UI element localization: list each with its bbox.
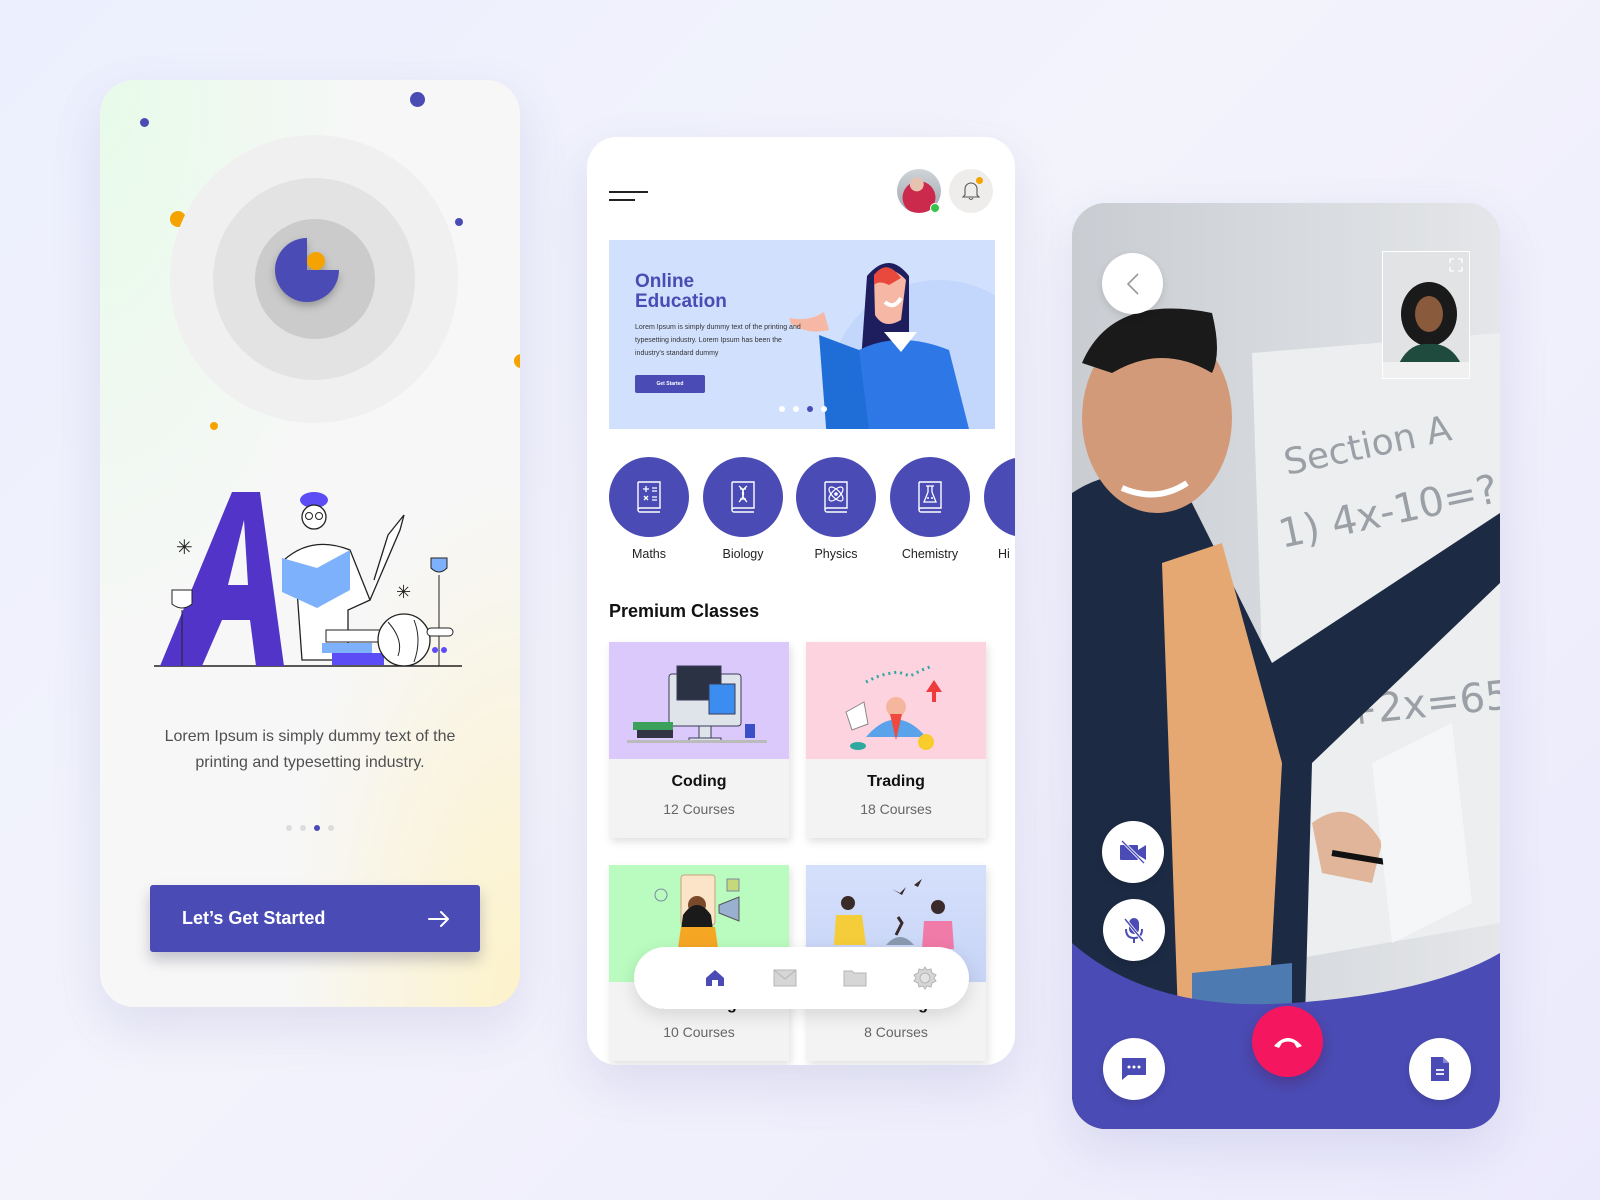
- subject-label: Hi: [998, 547, 1010, 561]
- pager-dot-active[interactable]: [807, 406, 813, 412]
- atom-book-icon: [824, 481, 848, 513]
- get-started-label: Let’s Get Started: [182, 908, 326, 928]
- folder-icon: [843, 970, 867, 987]
- get-started-button[interactable]: Let’s Get Started: [150, 885, 480, 952]
- pager-dot[interactable]: [328, 825, 334, 831]
- pager-dot[interactable]: [821, 406, 827, 412]
- pager-dot[interactable]: [793, 406, 799, 412]
- banner-title: Online Education: [635, 271, 727, 312]
- chevron-left-icon: [1126, 272, 1139, 295]
- subject-label: Biology: [722, 547, 764, 561]
- arrow-right-icon: [428, 910, 449, 927]
- subject-chemistry[interactable]: Chemistry: [890, 457, 970, 561]
- svg-text:✳: ✳: [176, 535, 193, 559]
- bell-icon: [962, 182, 980, 201]
- course-count: 10 Courses: [663, 1024, 735, 1040]
- dna-book-icon: [731, 481, 755, 513]
- self-video-preview[interactable]: [1382, 251, 1470, 379]
- decor-dot: [410, 92, 425, 107]
- document-button[interactable]: [1409, 1038, 1471, 1100]
- course-name: Trading: [867, 773, 925, 790]
- back-button[interactable]: [1102, 253, 1163, 314]
- video-off-icon: [1120, 840, 1146, 864]
- document-icon: [1431, 1057, 1449, 1081]
- pager-dot[interactable]: [779, 406, 785, 412]
- onboarding-description: Lorem Ipsum is simply dummy text of the …: [164, 728, 456, 771]
- subject-label: Physics: [814, 547, 858, 561]
- chat-icon: [1122, 1058, 1146, 1080]
- decor-dot: [140, 118, 149, 127]
- subject-label: Maths: [631, 547, 667, 561]
- subject-list: Maths Biology Physics Chemistry Hi: [609, 457, 1015, 567]
- course-count: 12 Courses: [663, 801, 735, 817]
- mail-icon: [773, 969, 797, 987]
- coding-illustration: [609, 642, 789, 759]
- nav-settings[interactable]: [890, 963, 960, 993]
- notification-badge: [976, 177, 983, 184]
- banner-get-started-button[interactable]: Get Started: [635, 375, 705, 393]
- onboarding-pager: [100, 825, 520, 831]
- decor-dot: [210, 422, 218, 430]
- trading-illustration: [806, 642, 986, 759]
- gear-icon: [913, 966, 937, 990]
- banner-description: Lorem Ipsum is simply dummy text of the …: [635, 324, 801, 357]
- pager-dot-active[interactable]: [314, 825, 320, 831]
- subject-maths[interactable]: Maths: [609, 457, 689, 561]
- subject-label: Chemistry: [901, 547, 959, 561]
- maths-book-icon: [637, 481, 661, 513]
- course-card-trading[interactable]: Trading 18 Courses: [806, 642, 986, 838]
- home-icon: [706, 970, 724, 986]
- chat-button[interactable]: [1103, 1038, 1165, 1100]
- course-count: 8 Courses: [864, 1024, 928, 1040]
- section-title: Premium Classes: [609, 601, 760, 621]
- teacher-waving-illustration: [789, 263, 995, 429]
- banner-pager: [779, 406, 827, 412]
- hamburger-menu-icon[interactable]: [609, 185, 651, 205]
- home-screen: Online Education Lorem Ipsum is simply d…: [587, 137, 1015, 1065]
- end-call-button[interactable]: [1252, 1006, 1323, 1077]
- student-reading-illustration: ✳ ✳: [154, 492, 462, 667]
- bottom-navigation: [634, 947, 969, 1009]
- subject-history[interactable]: Hi: [984, 457, 1015, 561]
- promo-banner[interactable]: Online Education Lorem Ipsum is simply d…: [609, 240, 995, 429]
- course-card-coding[interactable]: Coding 12 Courses: [609, 642, 789, 838]
- phone-hangup-icon: [1273, 1037, 1302, 1048]
- expand-icon[interactable]: [1449, 258, 1463, 272]
- onboarding-screen: ✳ ✳ Lorem Ipsum is simply dummy text of …: [100, 80, 520, 1007]
- video-call-screen: Section A 1) 4x-10=? x+2x=65: [1072, 203, 1500, 1129]
- subject-biology[interactable]: Biology: [703, 457, 783, 561]
- toggle-camera-button[interactable]: [1102, 821, 1164, 883]
- notifications-button[interactable]: [949, 169, 993, 213]
- svg-text:✳: ✳: [396, 582, 411, 603]
- decor-dot: [514, 354, 520, 368]
- mic-off-icon: [1123, 918, 1145, 943]
- decor-dot: [455, 218, 463, 226]
- nav-files[interactable]: [820, 963, 890, 993]
- course-name: Coding: [671, 773, 727, 790]
- nav-messages[interactable]: [750, 963, 820, 993]
- subject-physics[interactable]: Physics: [796, 457, 876, 561]
- toggle-mic-button[interactable]: [1103, 899, 1165, 961]
- flask-book-icon: [918, 481, 942, 513]
- pager-dot[interactable]: [300, 825, 306, 831]
- book-icon: [984, 457, 1015, 537]
- course-count: 18 Courses: [860, 801, 932, 817]
- online-status-indicator: [930, 203, 940, 213]
- nav-home[interactable]: [680, 963, 750, 993]
- pager-dot[interactable]: [286, 825, 292, 831]
- pie-logo-icon: [275, 238, 339, 302]
